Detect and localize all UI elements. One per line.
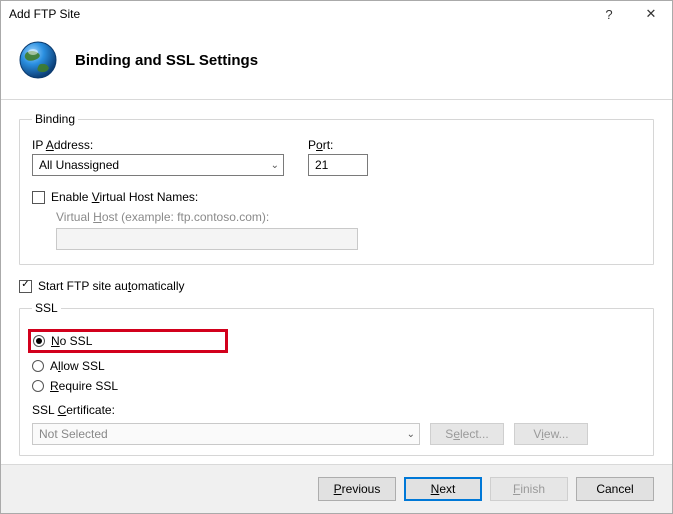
titlebar: Add FTP Site ? ✕ [1,1,672,27]
page-title: Binding and SSL Settings [75,52,258,69]
help-button[interactable]: ? [588,1,630,27]
ip-address-value: All Unassigned [39,158,119,172]
ssl-group: SSL No SSL Allow SSL Require SSL SSL Cer… [19,301,654,456]
ip-address-label: IP Address: [32,138,284,152]
vhost-label: Virtual Host (example: ftp.contoso.com): [56,210,641,224]
binding-group: Binding IP Address: All Unassigned ⌄ Por… [19,112,654,265]
ssl-select-button: Select... [430,423,504,445]
enable-vhost-checkbox[interactable] [32,191,45,204]
port-label: Port: [308,138,368,152]
allow-ssl-radio[interactable] [32,360,44,372]
ip-address-select[interactable]: All Unassigned ⌄ [32,154,284,176]
binding-legend: Binding [32,112,78,126]
autostart-label: Start FTP site automatically [38,279,185,293]
close-button[interactable]: ✕ [630,1,672,27]
ssl-cert-select: Not Selected ⌄ [32,423,420,445]
chevron-down-icon: ⌄ [271,160,279,171]
next-button[interactable]: Next [404,477,482,501]
chevron-down-icon: ⌄ [407,429,415,440]
globe-icon [17,39,59,81]
require-ssl-radio[interactable] [32,380,44,392]
allow-ssl-label: Allow SSL [50,359,105,373]
require-ssl-label: Require SSL [50,379,118,393]
vhost-input [56,228,358,250]
no-ssl-radio[interactable] [33,335,45,347]
port-input[interactable]: 21 [308,154,368,176]
ssl-cert-label: SSL Certificate: [32,403,641,417]
previous-button[interactable]: Previous [318,477,396,501]
no-ssl-label: No SSL [51,334,92,348]
ssl-legend: SSL [32,301,61,315]
window-title: Add FTP Site [9,7,588,21]
ssl-view-button: View... [514,423,588,445]
content-area: Binding IP Address: All Unassigned ⌄ Por… [1,100,672,464]
enable-vhost-label: Enable Virtual Host Names: [51,190,198,204]
cancel-button[interactable]: Cancel [576,477,654,501]
no-ssl-highlight: No SSL [28,329,228,353]
autostart-checkbox[interactable] [19,280,32,293]
dialog-footer: Previous Next Finish Cancel [1,464,672,513]
dialog-header: Binding and SSL Settings [1,27,672,100]
finish-button: Finish [490,477,568,501]
